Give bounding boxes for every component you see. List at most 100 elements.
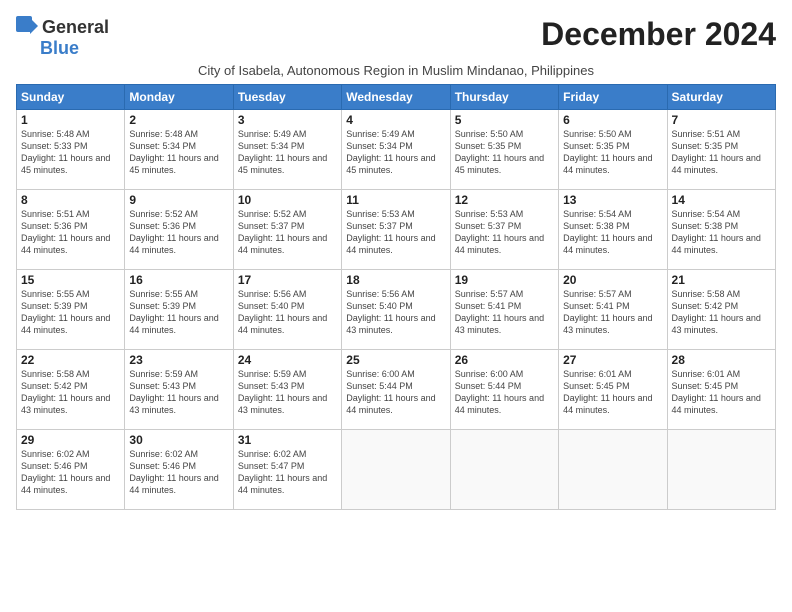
calendar-cell: 31 Sunrise: 6:02 AMSunset: 5:47 PMDaylig… [233,430,341,510]
day-number: 1 [21,113,120,127]
day-number: 7 [672,113,771,127]
calendar-cell [342,430,450,510]
col-header-monday: Monday [125,85,233,110]
col-header-friday: Friday [559,85,667,110]
month-title: December 2024 [541,16,776,53]
day-detail: Sunrise: 5:58 AMSunset: 5:42 PMDaylight:… [21,369,110,415]
day-number: 23 [129,353,228,367]
day-number: 16 [129,273,228,287]
col-header-tuesday: Tuesday [233,85,341,110]
week-row-5: 29 Sunrise: 6:02 AMSunset: 5:46 PMDaylig… [17,430,776,510]
header: General Blue December 2024 [16,16,776,59]
logo-general: General [42,17,109,38]
calendar-cell [667,430,775,510]
calendar-cell [559,430,667,510]
calendar-cell: 28 Sunrise: 6:01 AMSunset: 5:45 PMDaylig… [667,350,775,430]
day-detail: Sunrise: 6:01 AMSunset: 5:45 PMDaylight:… [672,369,761,415]
calendar-cell: 24 Sunrise: 5:59 AMSunset: 5:43 PMDaylig… [233,350,341,430]
calendar-cell [450,430,558,510]
calendar-cell: 19 Sunrise: 5:57 AMSunset: 5:41 PMDaylig… [450,270,558,350]
day-number: 31 [238,433,337,447]
calendar-cell: 7 Sunrise: 5:51 AMSunset: 5:35 PMDayligh… [667,110,775,190]
calendar-cell: 29 Sunrise: 6:02 AMSunset: 5:46 PMDaylig… [17,430,125,510]
logo-blue: Blue [40,38,79,59]
calendar-cell: 27 Sunrise: 6:01 AMSunset: 5:45 PMDaylig… [559,350,667,430]
day-number: 18 [346,273,445,287]
calendar-cell: 1 Sunrise: 5:48 AMSunset: 5:33 PMDayligh… [17,110,125,190]
day-detail: Sunrise: 5:52 AMSunset: 5:37 PMDaylight:… [238,209,327,255]
day-detail: Sunrise: 6:02 AMSunset: 5:46 PMDaylight:… [21,449,110,495]
day-detail: Sunrise: 5:53 AMSunset: 5:37 PMDaylight:… [346,209,435,255]
calendar-cell: 12 Sunrise: 5:53 AMSunset: 5:37 PMDaylig… [450,190,558,270]
calendar-cell: 15 Sunrise: 5:55 AMSunset: 5:39 PMDaylig… [17,270,125,350]
day-detail: Sunrise: 5:55 AMSunset: 5:39 PMDaylight:… [21,289,110,335]
calendar-cell: 5 Sunrise: 5:50 AMSunset: 5:35 PMDayligh… [450,110,558,190]
day-number: 21 [672,273,771,287]
day-detail: Sunrise: 5:59 AMSunset: 5:43 PMDaylight:… [238,369,327,415]
calendar-cell: 8 Sunrise: 5:51 AMSunset: 5:36 PMDayligh… [17,190,125,270]
calendar-cell: 18 Sunrise: 5:56 AMSunset: 5:40 PMDaylig… [342,270,450,350]
col-header-thursday: Thursday [450,85,558,110]
calendar-header-row: SundayMondayTuesdayWednesdayThursdayFrid… [17,85,776,110]
calendar-cell: 14 Sunrise: 5:54 AMSunset: 5:38 PMDaylig… [667,190,775,270]
day-detail: Sunrise: 5:54 AMSunset: 5:38 PMDaylight:… [672,209,761,255]
day-number: 14 [672,193,771,207]
calendar-cell: 20 Sunrise: 5:57 AMSunset: 5:41 PMDaylig… [559,270,667,350]
calendar-cell: 6 Sunrise: 5:50 AMSunset: 5:35 PMDayligh… [559,110,667,190]
week-row-2: 8 Sunrise: 5:51 AMSunset: 5:36 PMDayligh… [17,190,776,270]
calendar-cell: 13 Sunrise: 5:54 AMSunset: 5:38 PMDaylig… [559,190,667,270]
day-detail: Sunrise: 5:59 AMSunset: 5:43 PMDaylight:… [129,369,218,415]
day-number: 17 [238,273,337,287]
day-number: 4 [346,113,445,127]
day-detail: Sunrise: 6:02 AMSunset: 5:47 PMDaylight:… [238,449,327,495]
calendar-cell: 9 Sunrise: 5:52 AMSunset: 5:36 PMDayligh… [125,190,233,270]
day-number: 8 [21,193,120,207]
calendar-cell: 3 Sunrise: 5:49 AMSunset: 5:34 PMDayligh… [233,110,341,190]
page: General Blue December 2024 City of Isabe… [0,0,792,612]
day-detail: Sunrise: 6:00 AMSunset: 5:44 PMDaylight:… [455,369,544,415]
day-detail: Sunrise: 5:57 AMSunset: 5:41 PMDaylight:… [455,289,544,335]
day-detail: Sunrise: 5:50 AMSunset: 5:35 PMDaylight:… [455,129,544,175]
day-number: 26 [455,353,554,367]
calendar-cell: 25 Sunrise: 6:00 AMSunset: 5:44 PMDaylig… [342,350,450,430]
day-number: 19 [455,273,554,287]
day-detail: Sunrise: 5:58 AMSunset: 5:42 PMDaylight:… [672,289,761,335]
calendar-cell: 26 Sunrise: 6:00 AMSunset: 5:44 PMDaylig… [450,350,558,430]
day-number: 22 [21,353,120,367]
calendar-cell: 23 Sunrise: 5:59 AMSunset: 5:43 PMDaylig… [125,350,233,430]
day-number: 25 [346,353,445,367]
day-number: 20 [563,273,662,287]
day-detail: Sunrise: 5:55 AMSunset: 5:39 PMDaylight:… [129,289,218,335]
day-number: 12 [455,193,554,207]
calendar-cell: 4 Sunrise: 5:49 AMSunset: 5:34 PMDayligh… [342,110,450,190]
day-detail: Sunrise: 5:57 AMSunset: 5:41 PMDaylight:… [563,289,652,335]
week-row-4: 22 Sunrise: 5:58 AMSunset: 5:42 PMDaylig… [17,350,776,430]
calendar-cell: 11 Sunrise: 5:53 AMSunset: 5:37 PMDaylig… [342,190,450,270]
calendar-cell: 21 Sunrise: 5:58 AMSunset: 5:42 PMDaylig… [667,270,775,350]
day-detail: Sunrise: 5:48 AMSunset: 5:34 PMDaylight:… [129,129,218,175]
day-number: 29 [21,433,120,447]
day-detail: Sunrise: 5:50 AMSunset: 5:35 PMDaylight:… [563,129,652,175]
day-detail: Sunrise: 6:02 AMSunset: 5:46 PMDaylight:… [129,449,218,495]
subtitle: City of Isabela, Autonomous Region in Mu… [16,63,776,78]
day-number: 27 [563,353,662,367]
week-row-3: 15 Sunrise: 5:55 AMSunset: 5:39 PMDaylig… [17,270,776,350]
day-detail: Sunrise: 5:54 AMSunset: 5:38 PMDaylight:… [563,209,652,255]
day-number: 11 [346,193,445,207]
day-detail: Sunrise: 5:49 AMSunset: 5:34 PMDaylight:… [238,129,327,175]
calendar-cell: 22 Sunrise: 5:58 AMSunset: 5:42 PMDaylig… [17,350,125,430]
day-number: 10 [238,193,337,207]
logo: General Blue [16,16,109,59]
day-number: 24 [238,353,337,367]
day-detail: Sunrise: 6:00 AMSunset: 5:44 PMDaylight:… [346,369,435,415]
day-detail: Sunrise: 5:48 AMSunset: 5:33 PMDaylight:… [21,129,110,175]
day-detail: Sunrise: 5:56 AMSunset: 5:40 PMDaylight:… [238,289,327,335]
day-detail: Sunrise: 5:51 AMSunset: 5:35 PMDaylight:… [672,129,761,175]
day-number: 9 [129,193,228,207]
col-header-wednesday: Wednesday [342,85,450,110]
calendar-cell: 10 Sunrise: 5:52 AMSunset: 5:37 PMDaylig… [233,190,341,270]
calendar-cell: 17 Sunrise: 5:56 AMSunset: 5:40 PMDaylig… [233,270,341,350]
col-header-saturday: Saturday [667,85,775,110]
calendar-cell: 2 Sunrise: 5:48 AMSunset: 5:34 PMDayligh… [125,110,233,190]
day-number: 28 [672,353,771,367]
